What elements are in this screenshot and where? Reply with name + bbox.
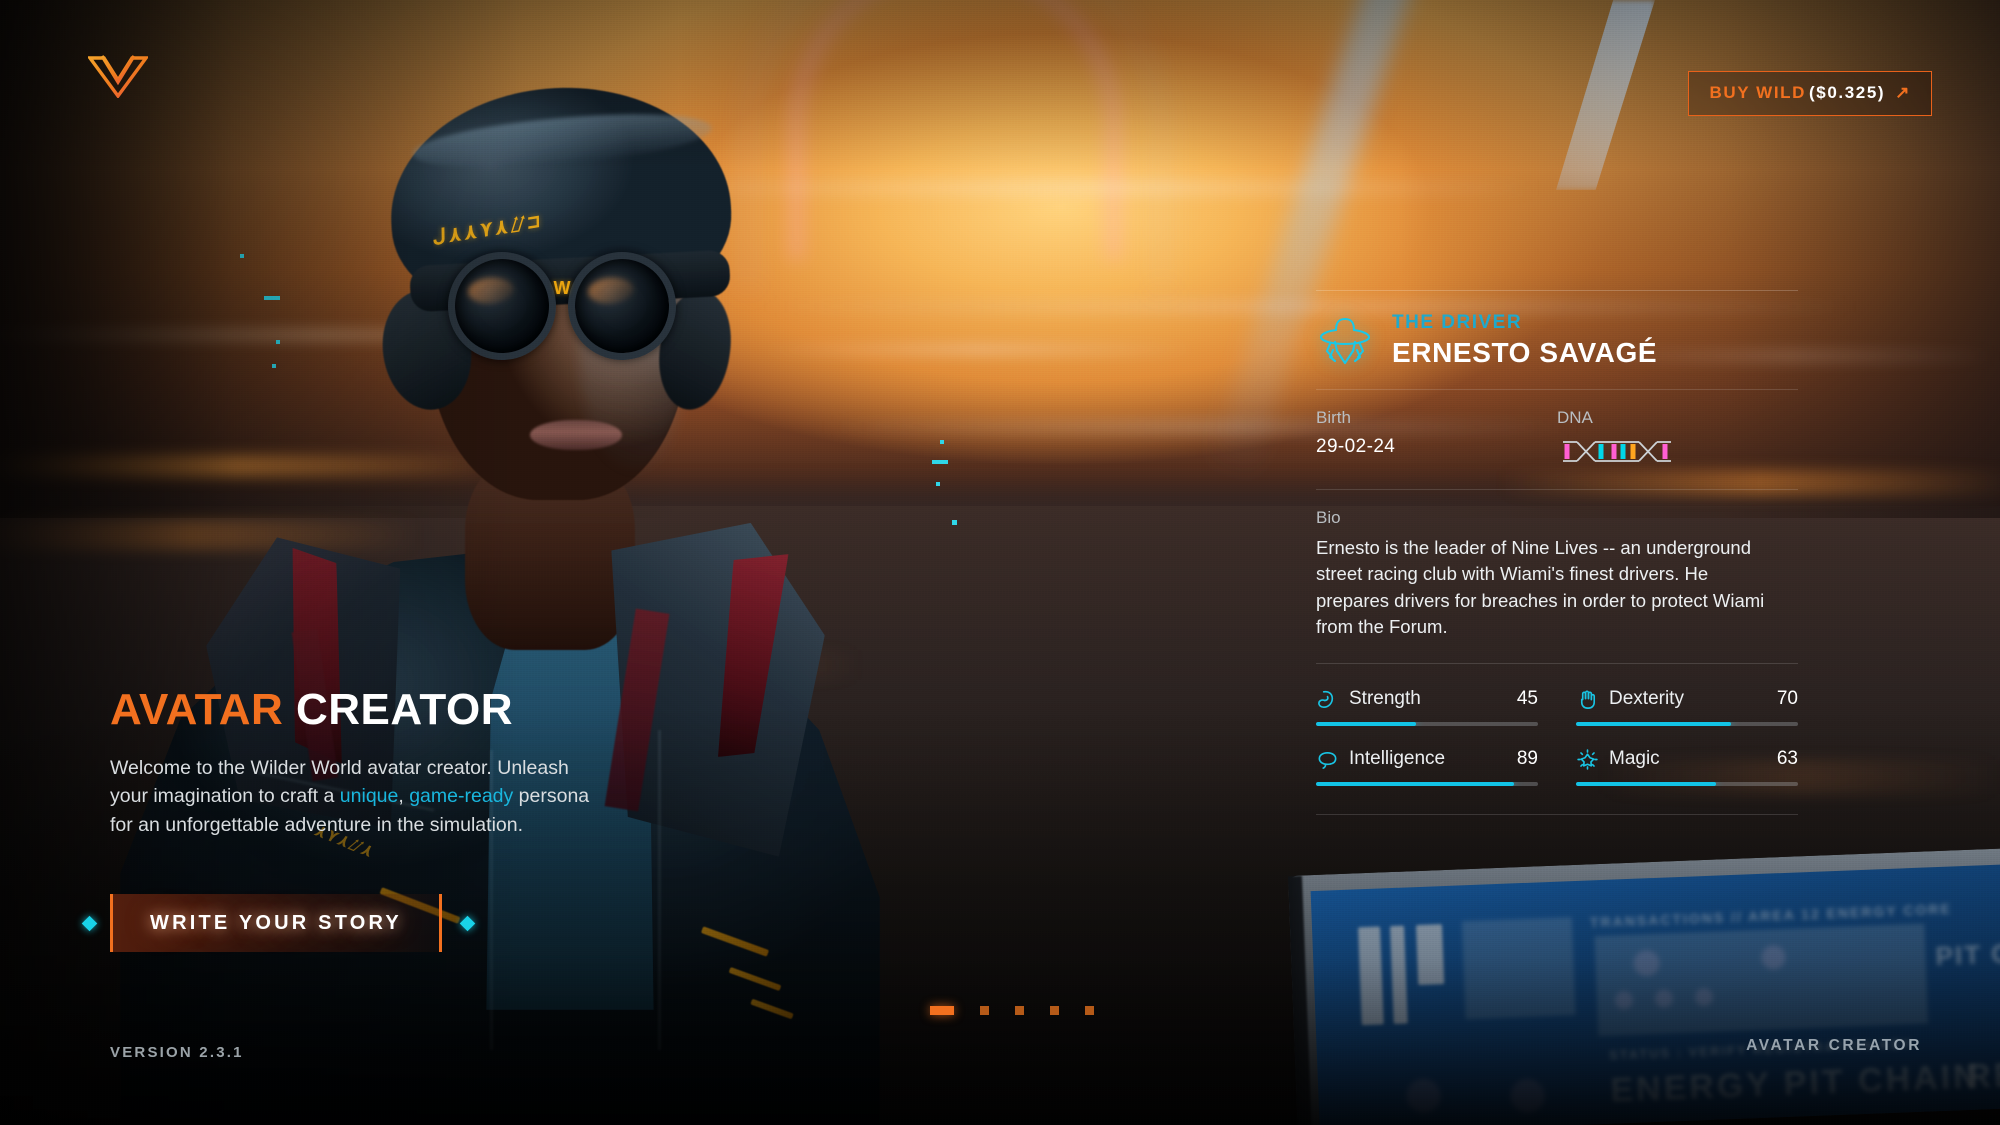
- stat-value: 70: [1776, 688, 1798, 710]
- page-title-accent: AVATAR: [110, 685, 284, 734]
- buy-wild-price: ($0.325): [1809, 83, 1886, 102]
- diamond-marker-right-icon: [459, 915, 476, 932]
- stat-magic: Magic 63: [1576, 748, 1798, 786]
- carousel-dot[interactable]: [1015, 1006, 1024, 1015]
- stat-dexterity: Dexterity 70: [1576, 688, 1798, 726]
- version-label: VERSION 2.3.1: [110, 1044, 244, 1061]
- panel-header-text: THE DRIVER ERNESTO SAVAGÉ: [1392, 312, 1658, 369]
- carousel-indicators[interactable]: [930, 1006, 1094, 1015]
- bio-section: Bio Ernesto is the leader of Nine Lives …: [1316, 490, 1798, 663]
- carousel-dot[interactable]: [1050, 1006, 1059, 1015]
- stat-strength: Strength 45: [1316, 688, 1538, 726]
- hero-block: AVATAR CREATOR Welcome to the Wilder Wor…: [110, 688, 630, 839]
- panel-divider: [1316, 813, 1798, 815]
- page-title-rest: CREATOR: [296, 685, 513, 734]
- buy-wild-button[interactable]: BUY WILD ($0.325) ↗: [1688, 71, 1932, 116]
- buy-wild-label: BUY WILD: [1709, 83, 1807, 102]
- character-role: THE DRIVER: [1392, 312, 1523, 334]
- cta-container: WRITE YOUR STORY: [81, 894, 476, 952]
- link-game-ready[interactable]: game-ready: [409, 785, 513, 807]
- stat-value: 89: [1516, 748, 1538, 770]
- stat-row: Dexterity 70: [1576, 688, 1798, 711]
- stat-bar: [1576, 781, 1798, 786]
- birth-field: Birth 29-02-24: [1316, 408, 1557, 473]
- character-name: ERNESTO SAVAGÉ: [1392, 337, 1658, 369]
- stat-label: Intelligence: [1349, 748, 1446, 770]
- ui-overlay: BUY WILD ($0.325) ↗ AVATAR CREATOR Welco…: [0, 0, 2000, 1125]
- driver-hat-icon: [1316, 313, 1374, 369]
- stat-label: Magic: [1609, 748, 1660, 770]
- stat-bar: [1316, 721, 1538, 726]
- write-your-story-button[interactable]: WRITE YOUR STORY: [110, 894, 442, 952]
- hero-desc-part2: ,: [398, 785, 410, 808]
- dna-helix-icon: [1557, 434, 1798, 473]
- stat-label: Strength: [1349, 688, 1421, 710]
- carousel-dot[interactable]: [980, 1006, 989, 1015]
- write-your-story-label: WRITE YOUR STORY: [150, 911, 402, 934]
- character-meta: Birth 29-02-24 DNA: [1316, 390, 1798, 489]
- sparkle-icon: [1576, 748, 1599, 771]
- external-link-arrow-icon: ↗: [1895, 83, 1911, 102]
- brain-icon: [1316, 748, 1339, 771]
- stat-intelligence: Intelligence 89: [1316, 748, 1538, 786]
- birth-value: 29-02-24: [1316, 436, 1396, 457]
- stat-value: 63: [1776, 748, 1798, 770]
- page-title: AVATAR CREATOR: [110, 688, 630, 732]
- hand-icon: [1576, 688, 1599, 711]
- carousel-dot[interactable]: [1085, 1006, 1094, 1015]
- diamond-marker-left-icon: [81, 915, 98, 932]
- stat-row: Strength 45: [1316, 688, 1538, 711]
- carousel-dot-active[interactable]: [930, 1006, 954, 1015]
- wilder-world-logo[interactable]: [86, 52, 150, 99]
- link-unique[interactable]: unique: [340, 785, 399, 807]
- birth-label: Birth: [1316, 408, 1351, 427]
- character-stats: Strength 45 Dexterity 70 Intelligence 89…: [1316, 664, 1798, 794]
- stat-bar: [1576, 721, 1798, 726]
- bottom-right-label: AVATAR CREATOR: [1746, 1037, 1922, 1054]
- stat-label: Dexterity: [1609, 688, 1684, 710]
- bio-text: Ernesto is the leader of Nine Lives -- a…: [1316, 537, 1765, 638]
- stat-bar: [1316, 781, 1538, 786]
- bio-label: Bio: [1316, 508, 1341, 527]
- stat-row: Intelligence 89: [1316, 748, 1538, 771]
- panel-header: THE DRIVER ERNESTO SAVAGÉ: [1316, 291, 1798, 389]
- character-info-panel: THE DRIVER ERNESTO SAVAGÉ Birth 29-02-24…: [1316, 290, 1798, 815]
- stat-row: Magic 63: [1576, 748, 1798, 771]
- hero-description: Welcome to the Wilder World avatar creat…: [110, 754, 602, 839]
- dna-label: DNA: [1557, 408, 1593, 427]
- stat-value: 45: [1516, 688, 1538, 710]
- bicep-icon: [1316, 688, 1339, 711]
- dna-field: DNA: [1557, 408, 1798, 473]
